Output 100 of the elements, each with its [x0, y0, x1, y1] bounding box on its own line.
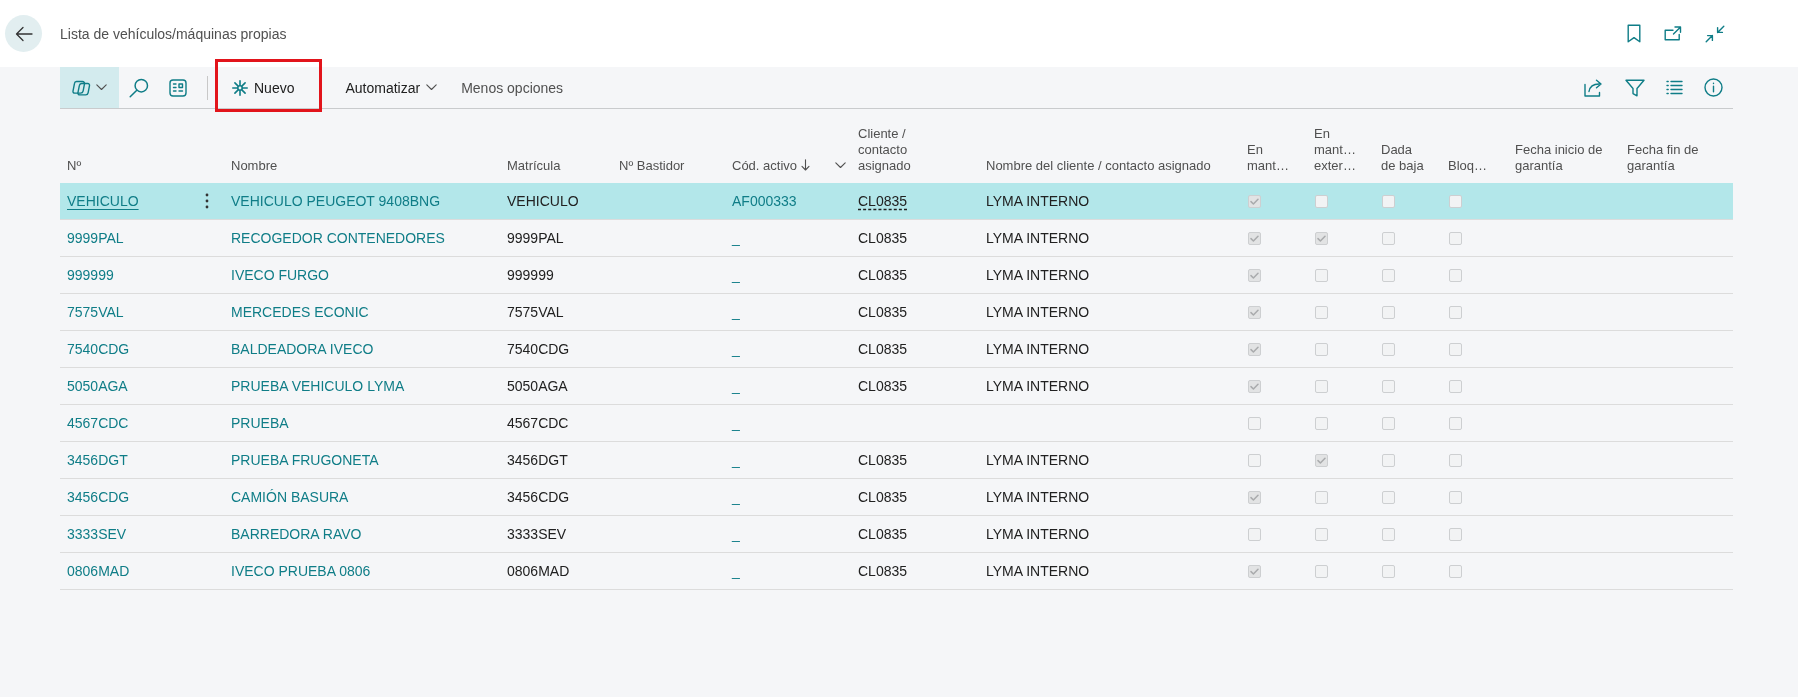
checkbox[interactable]: [1449, 416, 1462, 430]
checkbox[interactable]: [1382, 231, 1395, 245]
table-link[interactable]: 7540CDG: [67, 341, 130, 357]
checkbox[interactable]: [1449, 490, 1462, 504]
more-options-icon[interactable]: [205, 193, 209, 209]
table-link[interactable]: IVECO PRUEBA 0806: [231, 563, 371, 579]
menu-button[interactable]: Automatizar: [333, 67, 450, 108]
checkbox[interactable]: [1449, 453, 1462, 467]
checkbox[interactable]: [1449, 231, 1462, 245]
table-row[interactable]: 999999 IVECO FURGO 999999 _ CL0835 LYMA INTERNO: [60, 257, 1733, 294]
table-row[interactable]: 7540CDG BALDEADORA IVECO 7540CDG _ CL0835 LYMA INTERNO: [60, 331, 1733, 368]
chevron-down-icon[interactable]: [835, 162, 846, 169]
checkbox[interactable]: [1382, 268, 1395, 282]
table-row[interactable]: 5050AGA PRUEBA VEHICULO LYMA 5050AGA _ CL0835 LYMA INTERNO: [60, 368, 1733, 405]
checkbox[interactable]: [1449, 268, 1462, 282]
checkbox[interactable]: [1248, 268, 1261, 282]
table-link[interactable]: _: [732, 341, 740, 357]
table-link[interactable]: PRUEBA: [231, 415, 289, 431]
column-header[interactable]: En mant… exter…: [1314, 126, 1360, 174]
checkbox[interactable]: [1248, 453, 1261, 467]
table-link[interactable]: PRUEBA VEHICULO LYMA: [231, 378, 405, 394]
checkbox[interactable]: [1315, 194, 1328, 208]
table-link[interactable]: _: [732, 489, 740, 505]
filter-icon[interactable]: [1625, 78, 1645, 97]
column-header[interactable]: Cliente / contacto asignado: [858, 126, 930, 174]
checkbox[interactable]: [1248, 194, 1261, 208]
table-row[interactable]: 0806MAD IVECO PRUEBA 0806 0806MAD _ CL0835 LYMA INTERNO: [60, 553, 1733, 590]
table-link[interactable]: _: [732, 452, 740, 468]
table-link[interactable]: RECOGEDOR CONTENEDORES: [231, 230, 445, 246]
column-header[interactable]: Matrícula: [507, 158, 561, 174]
table-link[interactable]: 999999: [67, 267, 114, 283]
checkbox[interactable]: [1382, 490, 1395, 504]
table-link[interactable]: BARREDORA RAVO: [231, 526, 362, 542]
checkbox[interactable]: [1315, 527, 1328, 541]
checkbox[interactable]: [1449, 527, 1462, 541]
table-link[interactable]: VEHICULO: [67, 193, 139, 209]
table-link[interactable]: 9999PAL: [67, 230, 124, 246]
checkbox[interactable]: [1382, 342, 1395, 356]
table-link[interactable]: 7575VAL: [67, 304, 124, 320]
table-link[interactable]: PRUEBA FRUGONETA: [231, 452, 379, 468]
checkbox[interactable]: [1315, 490, 1328, 504]
table-link[interactable]: MERCEDES ECONIC: [231, 304, 369, 320]
checkbox[interactable]: [1382, 416, 1395, 430]
checkbox[interactable]: [1382, 527, 1395, 541]
table-link[interactable]: 3456DGT: [67, 452, 128, 468]
checkbox[interactable]: [1248, 342, 1261, 356]
checkbox[interactable]: [1248, 305, 1261, 319]
checkbox[interactable]: [1315, 379, 1328, 393]
checkbox[interactable]: [1382, 194, 1395, 208]
checkbox[interactable]: [1382, 564, 1395, 578]
column-header[interactable]: Nombre: [231, 158, 278, 174]
column-header[interactable]: Bloq…: [1448, 158, 1488, 174]
table-row[interactable]: 3456DGT PRUEBA FRUGONETA 3456DGT _ CL0835 LYMA INTERNO: [60, 442, 1733, 479]
checkbox[interactable]: [1248, 527, 1261, 541]
table-link[interactable]: _: [732, 563, 740, 579]
table-link[interactable]: _: [732, 415, 740, 431]
table-link[interactable]: _: [732, 526, 740, 542]
table-link[interactable]: _: [732, 267, 740, 283]
table-row[interactable]: VEHICULO VEHICULO PEUGEOT 9408BNG VEHICULO AF000333 CL0835 LYMA INTERNO: [60, 183, 1733, 220]
column-header[interactable]: En mant…: [1247, 142, 1293, 174]
back-button[interactable]: [5, 15, 42, 52]
info-icon[interactable]: [1704, 78, 1723, 97]
checkbox[interactable]: [1248, 564, 1261, 578]
checkbox[interactable]: [1449, 305, 1462, 319]
table-link[interactable]: 5050AGA: [67, 378, 128, 394]
list-icon[interactable]: [1666, 80, 1683, 95]
bookmark-icon[interactable]: [1627, 24, 1641, 43]
popout-icon[interactable]: [1664, 26, 1682, 41]
checkbox[interactable]: [1315, 416, 1328, 430]
table-link[interactable]: VEHICULO PEUGEOT 9408BNG: [231, 193, 441, 209]
checkbox[interactable]: [1315, 342, 1328, 356]
table-link[interactable]: IVECO FURGO: [231, 267, 329, 283]
collapse-icon[interactable]: [1705, 24, 1725, 43]
table-link[interactable]: _: [732, 378, 740, 394]
table-link[interactable]: 4567CDC: [67, 415, 129, 431]
checkbox[interactable]: [1449, 342, 1462, 356]
table-row[interactable]: 9999PAL RECOGEDOR CONTENEDORES 9999PAL _ CL0835 LYMA INTERNO: [60, 220, 1733, 257]
table-link[interactable]: CAMIÓN BASURA: [231, 489, 349, 505]
action-button[interactable]: Nuevo: [220, 67, 313, 108]
table-link[interactable]: 3333SEV: [67, 526, 127, 542]
table-link[interactable]: BALDEADORA IVECO: [231, 341, 374, 357]
column-header[interactable]: Nº: [67, 158, 82, 174]
share-icon[interactable]: [1584, 78, 1604, 97]
checkbox[interactable]: [1315, 268, 1328, 282]
column-header[interactable]: Fecha fin de garantía: [1627, 142, 1725, 174]
table-link[interactable]: _: [732, 304, 740, 320]
checkbox[interactable]: [1315, 564, 1328, 578]
checkbox[interactable]: [1449, 379, 1462, 393]
table-link[interactable]: AF000333: [732, 193, 797, 209]
checkbox[interactable]: [1315, 453, 1328, 467]
checkbox[interactable]: [1382, 305, 1395, 319]
column-header[interactable]: Dada de baja: [1381, 142, 1427, 174]
action-button[interactable]: Menos opciones: [449, 67, 576, 108]
checkbox[interactable]: [1449, 564, 1462, 578]
checkbox[interactable]: [1248, 379, 1261, 393]
checkbox[interactable]: [1248, 416, 1261, 430]
table-link[interactable]: 3456CDG: [67, 489, 130, 505]
column-header[interactable]: Cód. activo: [732, 158, 798, 174]
table-row[interactable]: 7575VAL MERCEDES ECONIC 7575VAL _ CL0835 LYMA INTERNO: [60, 294, 1733, 331]
checkbox[interactable]: [1382, 453, 1395, 467]
